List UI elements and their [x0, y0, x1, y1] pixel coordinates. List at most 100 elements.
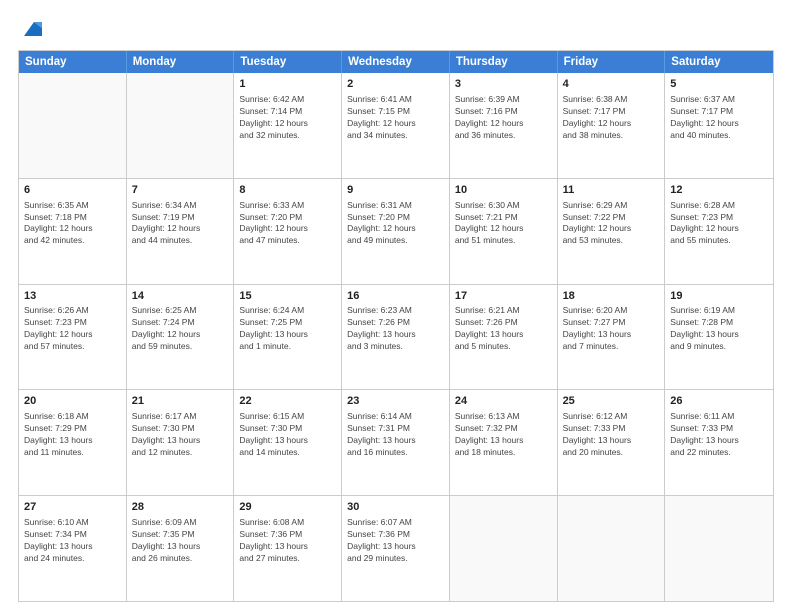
calendar-cell: 11 Sunrise: 6:29 AM Sunset: 7:22 PM Dayli…: [558, 179, 666, 284]
day-info: Sunrise: 6:19 AM Sunset: 7:28 PM Dayligh…: [670, 305, 768, 353]
day-info: Sunrise: 6:12 AM Sunset: 7:33 PM Dayligh…: [563, 411, 660, 459]
day-number: 29: [239, 500, 336, 515]
header: [18, 18, 774, 40]
calendar-cell: 2Sunrise: 6:41 AM Sunset: 7:15 PM Daylig…: [342, 73, 450, 178]
day-info: Sunrise: 6:20 AM Sunset: 7:27 PM Dayligh…: [563, 305, 660, 353]
day-number: 2: [347, 77, 444, 92]
day-number: 7: [132, 183, 229, 198]
day-number: 14: [132, 289, 229, 304]
day-info: Sunrise: 6:34 AM Sunset: 7:19 PM Dayligh…: [132, 200, 229, 248]
day-number: 1: [239, 77, 336, 92]
calendar-cell: 28 Sunrise: 6:09 AM Sunset: 7:35 PM Dayli…: [127, 496, 235, 601]
calendar-week-row: 13Sunrise: 6:26 AM Sunset: 7:23 PM Dayli…: [19, 285, 773, 391]
calendar-cell: 7 Sunrise: 6:34 AM Sunset: 7:19 PM Daylig…: [127, 179, 235, 284]
day-number: 10: [455, 183, 552, 198]
day-info: Sunrise: 6:33 AM Sunset: 7:20 PM Dayligh…: [239, 200, 336, 248]
day-info: Sunrise: 6:07 AM Sunset: 7:36 PM Dayligh…: [347, 517, 444, 565]
calendar-cell: [450, 496, 558, 601]
day-info: Sunrise: 6:31 AM Sunset: 7:20 PM Dayligh…: [347, 200, 444, 248]
calendar: SundayMondayTuesdayWednesdayThursdayFrid…: [18, 50, 774, 602]
day-info: Sunrise: 6:26 AM Sunset: 7:23 PM Dayligh…: [24, 305, 121, 353]
calendar-header-row: SundayMondayTuesdayWednesdayThursdayFrid…: [19, 51, 773, 73]
calendar-header-cell: Saturday: [665, 51, 773, 73]
calendar-cell: 14Sunrise: 6:25 AM Sunset: 7:24 PM Dayli…: [127, 285, 235, 390]
day-info: Sunrise: 6:24 AM Sunset: 7:25 PM Dayligh…: [239, 305, 336, 353]
day-info: Sunrise: 6:37 AM Sunset: 7:17 PM Dayligh…: [670, 94, 768, 142]
day-number: 13: [24, 289, 121, 304]
calendar-body: 1 Sunrise: 6:42 AM Sunset: 7:14 PM Daylig…: [19, 73, 773, 601]
day-info: Sunrise: 6:25 AM Sunset: 7:24 PM Dayligh…: [132, 305, 229, 353]
calendar-cell: [19, 73, 127, 178]
day-number: 6: [24, 183, 121, 198]
day-number: 26: [670, 394, 768, 409]
calendar-week-row: 20 Sunrise: 6:18 AM Sunset: 7:29 PM Dayli…: [19, 390, 773, 496]
day-number: 27: [24, 500, 121, 515]
calendar-cell: 19Sunrise: 6:19 AM Sunset: 7:28 PM Dayli…: [665, 285, 773, 390]
logo: [18, 18, 42, 40]
day-info: Sunrise: 6:08 AM Sunset: 7:36 PM Dayligh…: [239, 517, 336, 565]
calendar-cell: 9 Sunrise: 6:31 AM Sunset: 7:20 PM Daylig…: [342, 179, 450, 284]
calendar-cell: 23Sunrise: 6:14 AM Sunset: 7:31 PM Dayli…: [342, 390, 450, 495]
day-info: Sunrise: 6:15 AM Sunset: 7:30 PM Dayligh…: [239, 411, 336, 459]
calendar-cell: 26Sunrise: 6:11 AM Sunset: 7:33 PM Dayli…: [665, 390, 773, 495]
day-info: Sunrise: 6:35 AM Sunset: 7:18 PM Dayligh…: [24, 200, 121, 248]
calendar-header-cell: Wednesday: [342, 51, 450, 73]
day-number: 15: [239, 289, 336, 304]
day-number: 24: [455, 394, 552, 409]
day-info: Sunrise: 6:29 AM Sunset: 7:22 PM Dayligh…: [563, 200, 660, 248]
day-number: 22: [239, 394, 336, 409]
day-number: 25: [563, 394, 660, 409]
day-number: 16: [347, 289, 444, 304]
day-info: Sunrise: 6:39 AM Sunset: 7:16 PM Dayligh…: [455, 94, 552, 142]
calendar-cell: 29 Sunrise: 6:08 AM Sunset: 7:36 PM Dayli…: [234, 496, 342, 601]
calendar-cell: 17Sunrise: 6:21 AM Sunset: 7:26 PM Dayli…: [450, 285, 558, 390]
calendar-cell: 1 Sunrise: 6:42 AM Sunset: 7:14 PM Daylig…: [234, 73, 342, 178]
calendar-cell: 8Sunrise: 6:33 AM Sunset: 7:20 PM Daylig…: [234, 179, 342, 284]
calendar-cell: 16Sunrise: 6:23 AM Sunset: 7:26 PM Dayli…: [342, 285, 450, 390]
day-info: Sunrise: 6:21 AM Sunset: 7:26 PM Dayligh…: [455, 305, 552, 353]
day-number: 20: [24, 394, 121, 409]
calendar-header-cell: Monday: [127, 51, 235, 73]
day-info: Sunrise: 6:23 AM Sunset: 7:26 PM Dayligh…: [347, 305, 444, 353]
calendar-cell: [127, 73, 235, 178]
day-info: Sunrise: 6:42 AM Sunset: 7:14 PM Dayligh…: [239, 94, 336, 142]
calendar-cell: 3Sunrise: 6:39 AM Sunset: 7:16 PM Daylig…: [450, 73, 558, 178]
day-number: 18: [563, 289, 660, 304]
day-number: 11: [563, 183, 660, 198]
calendar-cell: 25 Sunrise: 6:12 AM Sunset: 7:33 PM Dayli…: [558, 390, 666, 495]
day-info: Sunrise: 6:10 AM Sunset: 7:34 PM Dayligh…: [24, 517, 121, 565]
day-number: 28: [132, 500, 229, 515]
calendar-cell: 5 Sunrise: 6:37 AM Sunset: 7:17 PM Daylig…: [665, 73, 773, 178]
day-number: 30: [347, 500, 444, 515]
day-info: Sunrise: 6:38 AM Sunset: 7:17 PM Dayligh…: [563, 94, 660, 142]
calendar-cell: 27 Sunrise: 6:10 AM Sunset: 7:34 PM Dayli…: [19, 496, 127, 601]
calendar-cell: 6 Sunrise: 6:35 AM Sunset: 7:18 PM Daylig…: [19, 179, 127, 284]
calendar-cell: [665, 496, 773, 601]
calendar-week-row: 1 Sunrise: 6:42 AM Sunset: 7:14 PM Daylig…: [19, 73, 773, 179]
day-info: Sunrise: 6:13 AM Sunset: 7:32 PM Dayligh…: [455, 411, 552, 459]
calendar-cell: 22 Sunrise: 6:15 AM Sunset: 7:30 PM Dayli…: [234, 390, 342, 495]
calendar-cell: 20 Sunrise: 6:18 AM Sunset: 7:29 PM Dayli…: [19, 390, 127, 495]
calendar-cell: 30 Sunrise: 6:07 AM Sunset: 7:36 PM Dayli…: [342, 496, 450, 601]
calendar-cell: 18Sunrise: 6:20 AM Sunset: 7:27 PM Dayli…: [558, 285, 666, 390]
logo-icon: [20, 18, 42, 40]
day-number: 4: [563, 77, 660, 92]
day-number: 21: [132, 394, 229, 409]
day-number: 9: [347, 183, 444, 198]
calendar-cell: 13Sunrise: 6:26 AM Sunset: 7:23 PM Dayli…: [19, 285, 127, 390]
calendar-header-cell: Sunday: [19, 51, 127, 73]
calendar-header-cell: Thursday: [450, 51, 558, 73]
calendar-week-row: 27 Sunrise: 6:10 AM Sunset: 7:34 PM Dayli…: [19, 496, 773, 601]
page: SundayMondayTuesdayWednesdayThursdayFrid…: [0, 0, 792, 612]
day-number: 17: [455, 289, 552, 304]
day-number: 5: [670, 77, 768, 92]
calendar-cell: 24 Sunrise: 6:13 AM Sunset: 7:32 PM Dayli…: [450, 390, 558, 495]
day-info: Sunrise: 6:17 AM Sunset: 7:30 PM Dayligh…: [132, 411, 229, 459]
day-info: Sunrise: 6:18 AM Sunset: 7:29 PM Dayligh…: [24, 411, 121, 459]
calendar-cell: 10Sunrise: 6:30 AM Sunset: 7:21 PM Dayli…: [450, 179, 558, 284]
day-info: Sunrise: 6:09 AM Sunset: 7:35 PM Dayligh…: [132, 517, 229, 565]
day-number: 12: [670, 183, 768, 198]
calendar-cell: 12Sunrise: 6:28 AM Sunset: 7:23 PM Dayli…: [665, 179, 773, 284]
day-number: 23: [347, 394, 444, 409]
calendar-cell: 15Sunrise: 6:24 AM Sunset: 7:25 PM Dayli…: [234, 285, 342, 390]
